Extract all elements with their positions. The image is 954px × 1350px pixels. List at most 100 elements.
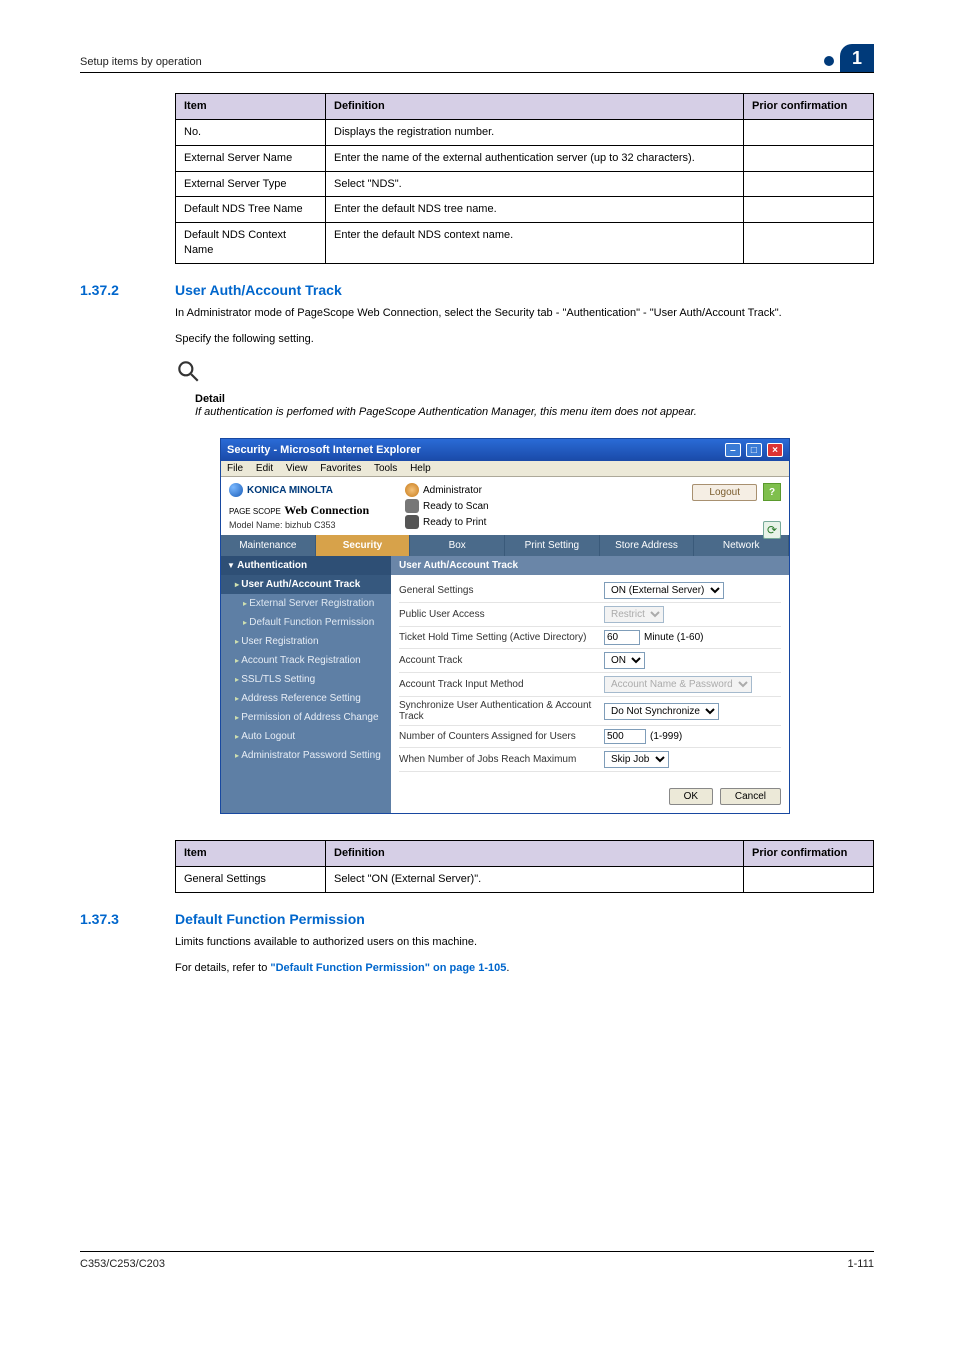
section-1-37-2-heading: 1.37.2User Auth/Account Track <box>80 282 874 298</box>
window-controls: – □ × <box>723 443 783 457</box>
general-settings-select[interactable]: ON (External Server) <box>604 582 724 599</box>
section-para: In Administrator mode of PageScope Web C… <box>175 306 874 322</box>
header-dot-icon <box>824 56 834 66</box>
menu-help[interactable]: Help <box>410 463 431 474</box>
sidebar: Authentication User Auth/Account Track E… <box>221 556 391 813</box>
cell-def: Enter the default NDS tree name. <box>326 197 744 223</box>
para-text: For details, refer to <box>175 962 270 974</box>
sidebar-group-authentication[interactable]: Authentication <box>221 556 391 575</box>
account-track-select[interactable]: ON <box>604 652 645 669</box>
section-1-37-3-heading: 1.37.3Default Function Permission <box>80 911 874 927</box>
product-name: PAGE SCOPE Web Connection <box>229 503 399 518</box>
scan-status: Ready to Scan <box>423 501 489 512</box>
sidebar-item-external-server[interactable]: External Server Registration <box>221 594 391 613</box>
col-prior: Prior confirmation <box>744 94 874 120</box>
tab-box[interactable]: Box <box>410 535 505 556</box>
sidebar-item-user-auth[interactable]: User Auth/Account Track <box>221 575 391 594</box>
menu-edit[interactable]: Edit <box>256 463 273 474</box>
table-row: No. Displays the registration number. <box>176 119 874 145</box>
detail-label: Detail <box>195 393 874 405</box>
ok-button[interactable]: OK <box>669 788 713 805</box>
menu-tools[interactable]: Tools <box>374 463 397 474</box>
help-icon[interactable]: ? <box>763 483 781 501</box>
field-suffix: (1-999) <box>650 731 682 742</box>
main-tabs: Maintenance Security Box Print Setting S… <box>221 535 789 556</box>
section-title: User Auth/Account Track <box>175 282 342 298</box>
section-para: Limits functions available to authorized… <box>175 935 874 951</box>
sidebar-item-auto-logout[interactable]: Auto Logout <box>221 727 391 746</box>
col-definition: Definition <box>326 841 744 867</box>
magnifier-icon <box>175 358 874 389</box>
section-title: Default Function Permission <box>175 911 365 927</box>
breadcrumb: Setup items by operation <box>80 56 202 68</box>
cell-def: Select "NDS". <box>326 171 744 197</box>
col-definition: Definition <box>326 94 744 120</box>
brand-logo: KONICA MINOLTA <box>229 483 399 497</box>
general-settings-table: Item Definition Prior confirmation Gener… <box>175 840 874 893</box>
cell-item: Default NDS Context Name <box>176 223 326 264</box>
refresh-icon[interactable]: ⟳ <box>763 521 781 539</box>
table-row: General Settings Select "ON (External Se… <box>176 867 874 893</box>
tab-print-setting[interactable]: Print Setting <box>505 535 600 556</box>
menu-view[interactable]: View <box>286 463 308 474</box>
table-row: Default NDS Context Name Enter the defau… <box>176 223 874 264</box>
browser-menubar: File Edit View Favorites Tools Help <box>221 461 789 477</box>
table-row: External Server Type Select "NDS". <box>176 171 874 197</box>
window-titlebar: Security - Microsoft Internet Explorer –… <box>221 439 789 461</box>
content-heading: User Auth/Account Track <box>391 556 789 575</box>
para-text-post: . <box>506 962 509 974</box>
cell-prior <box>744 867 874 893</box>
page-marker: 1 <box>840 44 874 72</box>
field-label: Account Track Input Method <box>399 679 604 690</box>
cell-item: General Settings <box>176 867 326 893</box>
detail-text: If authentication is perfomed with PageS… <box>195 405 874 420</box>
footer-page: 1-111 <box>847 1258 874 1270</box>
footer-model: C353/C253/C203 <box>80 1258 165 1270</box>
field-suffix: Minute (1-60) <box>644 632 703 643</box>
maximize-icon[interactable]: □ <box>746 443 762 457</box>
scanner-icon <box>405 499 419 513</box>
tab-maintenance[interactable]: Maintenance <box>221 535 316 556</box>
public-user-select: Restrict <box>604 606 664 623</box>
cancel-button[interactable]: Cancel <box>720 788 781 805</box>
brand-name: KONICA MINOLTA <box>247 485 333 496</box>
product-main: Web Connection <box>284 503 369 517</box>
table-row: External Server Name Enter the name of t… <box>176 145 874 171</box>
cell-prior <box>744 223 874 264</box>
tab-security[interactable]: Security <box>316 535 411 556</box>
ticket-hold-input[interactable] <box>604 630 640 645</box>
logout-button[interactable]: Logout <box>692 484 757 501</box>
globe-icon <box>229 483 243 497</box>
counters-input[interactable] <box>604 729 646 744</box>
menu-favorites[interactable]: Favorites <box>320 463 361 474</box>
tab-store-address[interactable]: Store Address <box>600 535 695 556</box>
cell-prior <box>744 119 874 145</box>
page-footer: C353/C253/C203 1-111 <box>80 1251 874 1270</box>
input-method-select: Account Name & Password <box>604 676 752 693</box>
cell-item: No. <box>176 119 326 145</box>
cell-prior <box>744 197 874 223</box>
print-status: Ready to Print <box>423 517 486 528</box>
sidebar-item-account-track-reg[interactable]: Account Track Registration <box>221 651 391 670</box>
minimize-icon[interactable]: – <box>725 443 741 457</box>
sidebar-item-user-registration[interactable]: User Registration <box>221 632 391 651</box>
sidebar-item-permission-address[interactable]: Permission of Address Change <box>221 708 391 727</box>
sidebar-item-ssl-tls[interactable]: SSL/TLS Setting <box>221 670 391 689</box>
field-label: Number of Counters Assigned for Users <box>399 731 604 742</box>
sidebar-item-address-reference[interactable]: Address Reference Setting <box>221 689 391 708</box>
sidebar-item-admin-password[interactable]: Administrator Password Setting <box>221 746 391 765</box>
jobs-max-select[interactable]: Skip Job <box>604 751 669 768</box>
sidebar-item-default-function[interactable]: Default Function Permission <box>221 613 391 632</box>
product-prefix: PAGE SCOPE <box>229 507 281 516</box>
menu-file[interactable]: File <box>227 463 243 474</box>
settings-form: General Settings ON (External Server) Pu… <box>391 575 789 780</box>
synchronize-select[interactable]: Do Not Synchronize <box>604 703 719 720</box>
field-label: Account Track <box>399 655 604 666</box>
close-icon[interactable]: × <box>767 443 783 457</box>
field-label: General Settings <box>399 585 604 596</box>
cell-def: Displays the registration number. <box>326 119 744 145</box>
cell-def: Select "ON (External Server)". <box>326 867 744 893</box>
cross-reference-link[interactable]: "Default Function Permission" on page 1-… <box>270 962 506 974</box>
cell-item: External Server Name <box>176 145 326 171</box>
section-number: 1.37.3 <box>80 911 175 927</box>
